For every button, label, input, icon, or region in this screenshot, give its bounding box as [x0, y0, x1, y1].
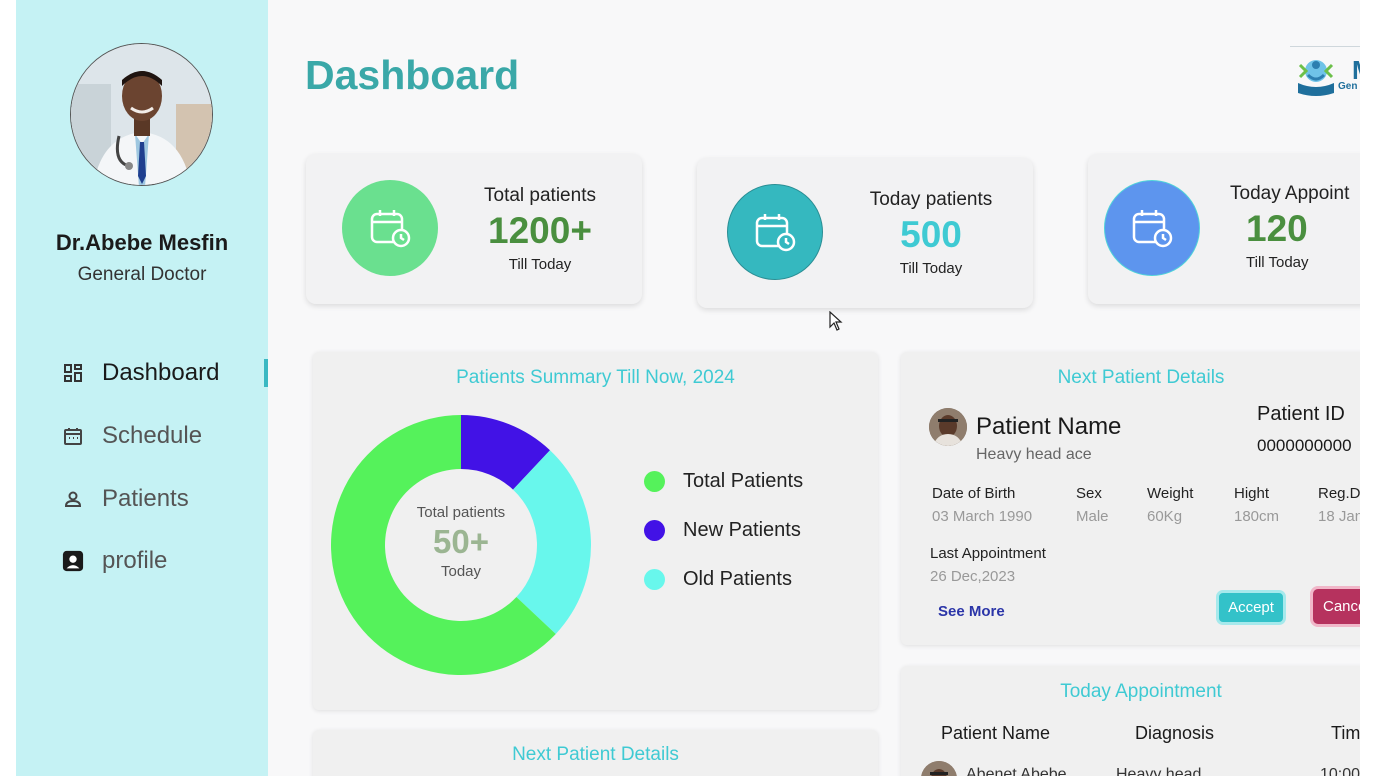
nav-patients-label: Patients [102, 485, 189, 512]
today-patients-circle [727, 184, 823, 280]
nav-schedule[interactable]: Schedule [62, 418, 202, 454]
page-title: Dashboard [305, 52, 520, 98]
stat-value: 500 [900, 214, 962, 255]
appointment-row-diagnosis: Heavy head [1116, 766, 1202, 776]
field-regdate-value: 18 Jan [1318, 508, 1360, 525]
profile-icon [62, 550, 84, 572]
stat-card-total-patients: Total patients 1200+ Till Today [306, 154, 642, 304]
field-height-value: 180cm [1234, 508, 1280, 525]
legend-new-patients: New Patients [644, 519, 801, 542]
nav-profile[interactable]: profile [62, 543, 167, 579]
stat-card-today-appointments: Today Appoint 120 Till Today [1088, 154, 1360, 304]
field-dob-label: Date of Birth [932, 485, 1016, 502]
nav-dashboard-label: Dashboard [102, 359, 220, 386]
today-appointment-panel: Today Appointment [901, 666, 1360, 776]
donut-center-label: Total patients [416, 504, 506, 521]
legend-dot-total [644, 471, 665, 492]
donut-center-sub: Today [440, 563, 482, 580]
stat-sub: Till Today [508, 256, 572, 273]
legend-total-patients: Total Patients [644, 470, 803, 493]
doctor-role: General Doctor [77, 264, 207, 285]
patient-avatar [929, 408, 967, 446]
calendar-clock-icon [370, 210, 411, 248]
field-sex-label: Sex [1076, 485, 1102, 502]
legend-dot-old [644, 569, 665, 590]
panel-title: Today Appointment [1060, 681, 1222, 702]
stat-value: 1200+ [488, 210, 592, 251]
active-nav-indicator [264, 359, 268, 387]
nav-schedule-label: Schedule [102, 422, 203, 449]
stat-sub: Till Today [899, 260, 963, 277]
patient-name: Patient Name [976, 413, 1122, 440]
patients-summary-panel: Patients Summary Till Now, 2024 Total pa… [313, 352, 878, 710]
field-regdate-label: Reg.D [1318, 485, 1360, 502]
field-weight-label: Weight [1147, 485, 1194, 502]
nav-dashboard[interactable]: Dashboard [62, 355, 219, 391]
appointment-row-time: 10:00 [1320, 766, 1360, 776]
calendar-icon [62, 425, 84, 447]
accept-button[interactable]: Accept [1216, 590, 1286, 625]
logo-emblem-icon [1298, 60, 1334, 96]
appointment-row-name: Abenet Abebe [966, 766, 1067, 776]
doctor-name: Dr.Abebe Mesfin [55, 230, 229, 255]
field-weight-value: 60Kg [1147, 508, 1183, 525]
logo-subtitle: Gen [1338, 81, 1358, 92]
today-appointments-circle [1104, 180, 1200, 276]
cancel-button[interactable]: Cancel [1310, 586, 1360, 627]
total-patients-circle [342, 180, 438, 276]
legend-label: Old Patients [683, 568, 792, 590]
person-icon [62, 488, 84, 510]
stat-card-today-patients: Today patients 500 Till Today [697, 158, 1033, 308]
patient-complaint: Heavy head ace [976, 446, 1092, 463]
mouse-cursor-icon [829, 311, 843, 331]
stat-title: Today Appoint [1230, 183, 1350, 204]
patient-id-value: 0000000000 [1257, 436, 1352, 455]
doctor-avatar [70, 43, 213, 186]
legend-dot-new [644, 520, 665, 541]
panel-title: Patients Summary Till Now, 2024 [456, 367, 735, 388]
nav-patients[interactable]: Patients [62, 481, 189, 517]
stat-sub: Till Today [1246, 254, 1309, 271]
col-header-time: Time [1331, 723, 1360, 743]
legend-label: Total Patients [683, 470, 804, 492]
dashboard-grid-icon [62, 362, 84, 384]
panel-title: Next Patient Details [512, 744, 679, 765]
col-header-patient-name: Patient Name [941, 723, 1051, 743]
legend-old-patients: Old Patients [644, 568, 792, 591]
stat-value: 120 [1246, 208, 1308, 249]
donut-center-value: 50+ [433, 523, 489, 560]
see-more-link[interactable]: See More [938, 603, 1005, 620]
field-dob-value: 03 March 1990 [932, 508, 1033, 525]
col-header-diagnosis: Diagnosis [1135, 723, 1215, 743]
legend-label: New Patients [683, 519, 801, 541]
sidebar: Dr.Abebe Mesfin General Doctor Dashboard… [16, 0, 268, 776]
field-sex-value: Male [1076, 508, 1109, 525]
stat-title: Total patients [484, 185, 596, 206]
donut-center: Total patients 50+ Today [391, 504, 531, 580]
field-height-label: Hight [1234, 485, 1270, 502]
last-appointment-label: Last Appointment [930, 545, 1046, 562]
panel-title: Next Patient Details [1057, 367, 1225, 388]
hospital-logo: M Gen [1290, 46, 1360, 102]
stat-title: Today patients [869, 189, 993, 210]
calendar-clock-icon [755, 214, 796, 252]
nav-profile-label: profile [102, 547, 168, 574]
bottom-next-patient-panel: Next Patient Details [313, 730, 878, 776]
last-appointment-value: 26 Dec,2023 [930, 568, 1016, 585]
app-window: Dr.Abebe Mesfin General Doctor Dashboard… [16, 0, 1360, 776]
patient-id-label: Patient ID [1257, 403, 1345, 425]
calendar-clock-icon [1132, 210, 1173, 248]
